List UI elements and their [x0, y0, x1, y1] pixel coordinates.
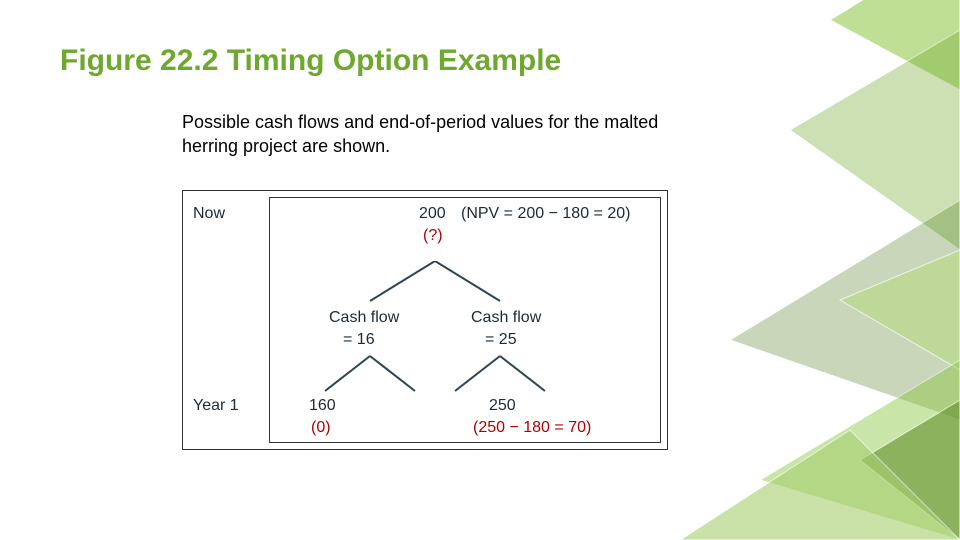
top-node-question: (?): [423, 227, 443, 245]
label-now: Now: [193, 205, 225, 223]
figure-frame: Now Year 1 200 (NPV = 200 − 180 = 20) (?…: [182, 190, 668, 450]
slide-subtitle: Possible cash flows and end-of-period va…: [182, 110, 702, 159]
slide-title: Figure 22.2 Timing Option Example: [60, 44, 561, 78]
top-node-value: 200: [419, 205, 446, 223]
leaf-left-sub: (0): [311, 419, 331, 437]
label-year-1: Year 1: [193, 397, 239, 415]
top-node-npv: (NPV = 200 − 180 = 20): [461, 205, 630, 223]
tree-branches: [295, 261, 625, 411]
leaf-right-sub: (250 − 180 = 70): [473, 419, 591, 437]
